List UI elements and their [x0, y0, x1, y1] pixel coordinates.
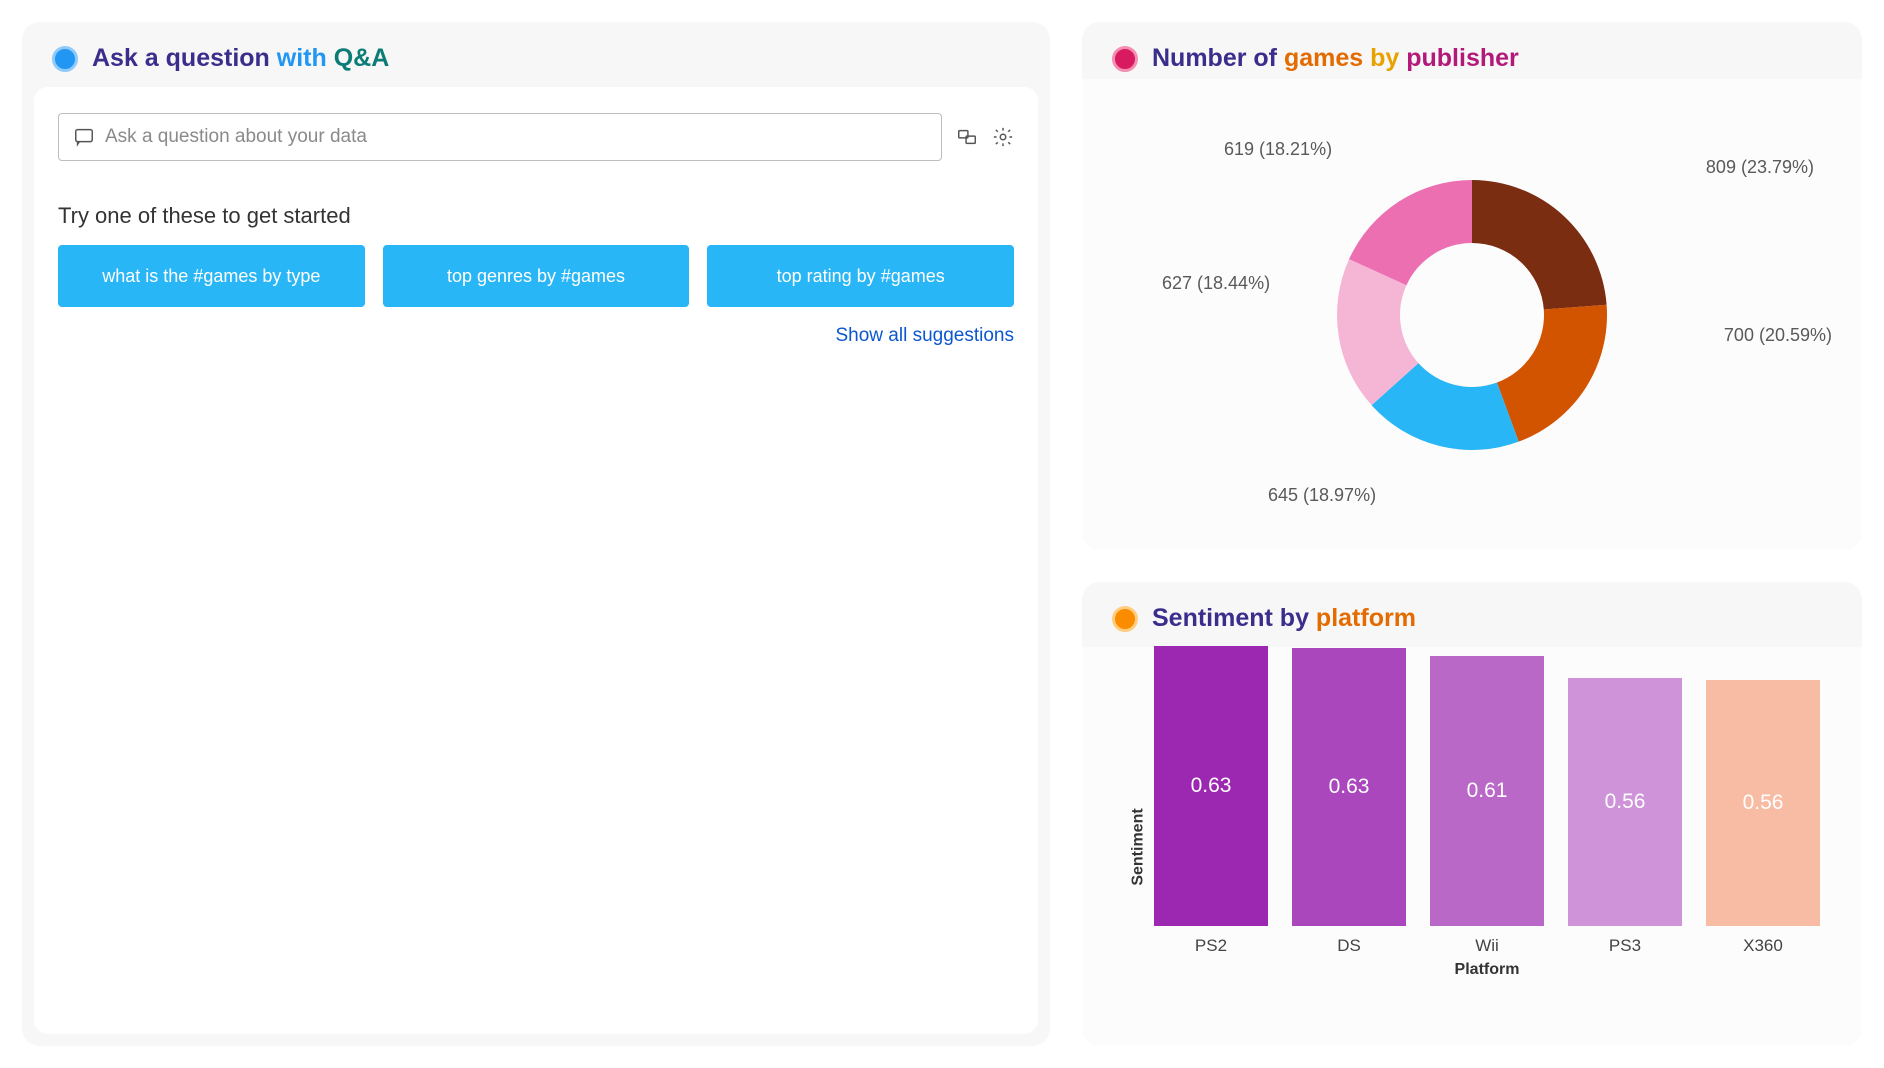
donut-slice[interactable] — [1472, 180, 1607, 310]
donut-body: 809 (23.79%) 700 (20.59%) 645 (18.97%) 6… — [1082, 79, 1862, 550]
bar-col-DS: 0.63 DS — [1292, 648, 1406, 956]
try-label: Try one of these to get started — [58, 203, 1014, 229]
bar-DS[interactable]: 0.63 — [1292, 648, 1406, 926]
bar-col-X360: 0.56 X360 — [1706, 680, 1820, 956]
donut-slice[interactable] — [1497, 304, 1607, 441]
gear-icon[interactable] — [992, 126, 1014, 148]
layout-icon[interactable] — [956, 126, 978, 148]
bar-col-PS3: 0.56 PS3 — [1568, 678, 1682, 956]
sentiment-card: Sentiment by platform Sentiment 0.63PS20… — [1082, 582, 1862, 1046]
sentiment-bars[interactable]: 0.63PS20.63DS0.61Wii0.56PS30.56X360 — [1142, 657, 1832, 957]
bar-category-label: Wii — [1475, 936, 1499, 956]
sentiment-title: Sentiment by platform — [1152, 604, 1416, 633]
qna-input[interactable] — [105, 126, 927, 148]
bar-category-label: DS — [1337, 936, 1361, 956]
donut-label-3: 627 (18.44%) — [1162, 273, 1270, 294]
bar-category-label: PS3 — [1609, 936, 1641, 956]
sentiment-body: Sentiment 0.63PS20.63DS0.61Wii0.56PS30.5… — [1082, 647, 1862, 1046]
donut-dot-icon — [1112, 46, 1138, 72]
bar-category-label: PS2 — [1195, 936, 1227, 956]
donut-title: Number of games by publisher — [1152, 44, 1519, 73]
show-all-link[interactable]: Show all suggestions — [836, 325, 1015, 346]
qna-input-container[interactable] — [58, 113, 942, 161]
bar-category-label: X360 — [1743, 936, 1783, 956]
sentiment-xlabel: Platform — [1142, 961, 1832, 979]
suggestion-button-0[interactable]: what is the #games by type — [58, 245, 365, 307]
suggestion-button-2[interactable]: top rating by #games — [707, 245, 1014, 307]
donut-label-2: 645 (18.97%) — [1268, 485, 1376, 506]
bar-col-Wii: 0.61 Wii — [1430, 656, 1544, 956]
suggestions-row: what is the #games by type top genres by … — [58, 245, 1014, 307]
qna-body: Try one of these to get started what is … — [34, 87, 1038, 1034]
sentiment-dot-icon — [1112, 606, 1138, 632]
suggestion-button-1[interactable]: top genres by #games — [383, 245, 690, 307]
donut-chart[interactable] — [1322, 165, 1622, 465]
sentiment-ylabel: Sentiment — [1130, 808, 1148, 885]
donut-label-4: 619 (18.21%) — [1224, 139, 1332, 160]
bar-PS3[interactable]: 0.56 — [1568, 678, 1682, 926]
bar-Wii[interactable]: 0.61 — [1430, 656, 1544, 926]
donut-label-0: 809 (23.79%) — [1706, 157, 1814, 178]
donut-header: Number of games by publisher — [1082, 22, 1862, 79]
qna-dot-icon — [52, 46, 78, 72]
bar-X360[interactable]: 0.56 — [1706, 680, 1820, 926]
sentiment-header: Sentiment by platform — [1082, 582, 1862, 647]
qna-header: Ask a question with Q&A — [22, 22, 1050, 87]
donut-card: Number of games by publisher 809 (23.79%… — [1082, 22, 1862, 550]
chat-icon — [73, 126, 95, 148]
qna-title: Ask a question with Q&A — [92, 44, 389, 73]
donut-label-1: 700 (20.59%) — [1724, 325, 1832, 346]
qna-card: Ask a question with Q&A — [22, 22, 1050, 1046]
bar-col-PS2: 0.63 PS2 — [1154, 646, 1268, 956]
bar-PS2[interactable]: 0.63 — [1154, 646, 1268, 926]
